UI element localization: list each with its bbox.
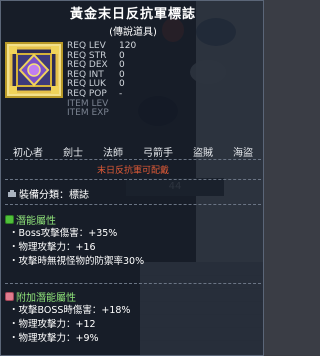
requirement-label: ITEM EXP	[67, 108, 109, 119]
job-label: 初心者	[13, 148, 43, 159]
potential-lines: ・Boss攻擊傷害：+35% ・物理攻擊力：+16 ・攻擊時無視怪物的防禦率30%	[9, 227, 144, 269]
bonus-potential-lines: ・攻擊BOSS時傷害：+18% ・物理攻擊力：+12 ・物理攻擊力：+9%	[9, 304, 130, 346]
divider	[5, 159, 261, 160]
divider	[5, 283, 261, 284]
potential-line: ・攻擊時無視怪物的防禦率30%	[9, 256, 145, 267]
job-label: 法師	[103, 148, 123, 159]
potential-line: ・Boss攻擊傷害：+35%	[9, 228, 118, 239]
potential-line: ・物理攻擊力：+9%	[9, 333, 99, 344]
potential-line: ・攻擊BOSS時傷害：+18%	[9, 305, 131, 316]
requirement-value: -	[119, 88, 123, 99]
equip-category-text: 裝備分類：標誌	[19, 190, 89, 201]
equip-category: 裝備分類：標誌	[7, 186, 89, 201]
item-tooltip: 黃金末日反抗軍標誌 (傳說道具) REQ LEV 120 REQ STR 0 REQ D…	[0, 0, 264, 356]
item-title: 黃金末日反抗軍標誌	[69, 7, 196, 22]
category-icon	[8, 189, 16, 197]
bonus-potential-heading-text: 附加潛能屬性	[16, 293, 76, 304]
potential-badge-icon	[5, 215, 14, 224]
job-restriction: 末日反抗軍可配戴	[96, 166, 169, 176]
divider	[5, 179, 261, 180]
job-label: 盜賊	[193, 148, 213, 159]
item-rarity: (傳說道具)	[109, 27, 157, 38]
potential-line: ・物理攻擊力：+16	[9, 242, 96, 253]
job-label: 劍士	[63, 148, 83, 159]
potential-heading-text: 潛能屬性	[16, 216, 56, 227]
potential-heading: 潛能屬性	[5, 212, 56, 227]
requirement-row: ITEM EXP	[67, 109, 136, 119]
bonus-potential-badge-icon	[5, 292, 14, 301]
divider	[5, 204, 261, 205]
emblem-icon	[5, 42, 63, 98]
job-label: 弓箭手	[143, 148, 173, 159]
potential-line: ・物理攻擊力：+12	[9, 319, 96, 330]
job-label: 海盜	[233, 148, 253, 159]
job-list: 初心者 劍士 法師 弓箭手 盜賊 海盜	[1, 144, 265, 159]
requirements-list: REQ LEV 120 REQ STR 0 REQ DEX 0 REQ INT 0 REQ LU…	[67, 41, 136, 119]
bonus-potential-heading: 附加潛能屬性	[5, 289, 76, 304]
